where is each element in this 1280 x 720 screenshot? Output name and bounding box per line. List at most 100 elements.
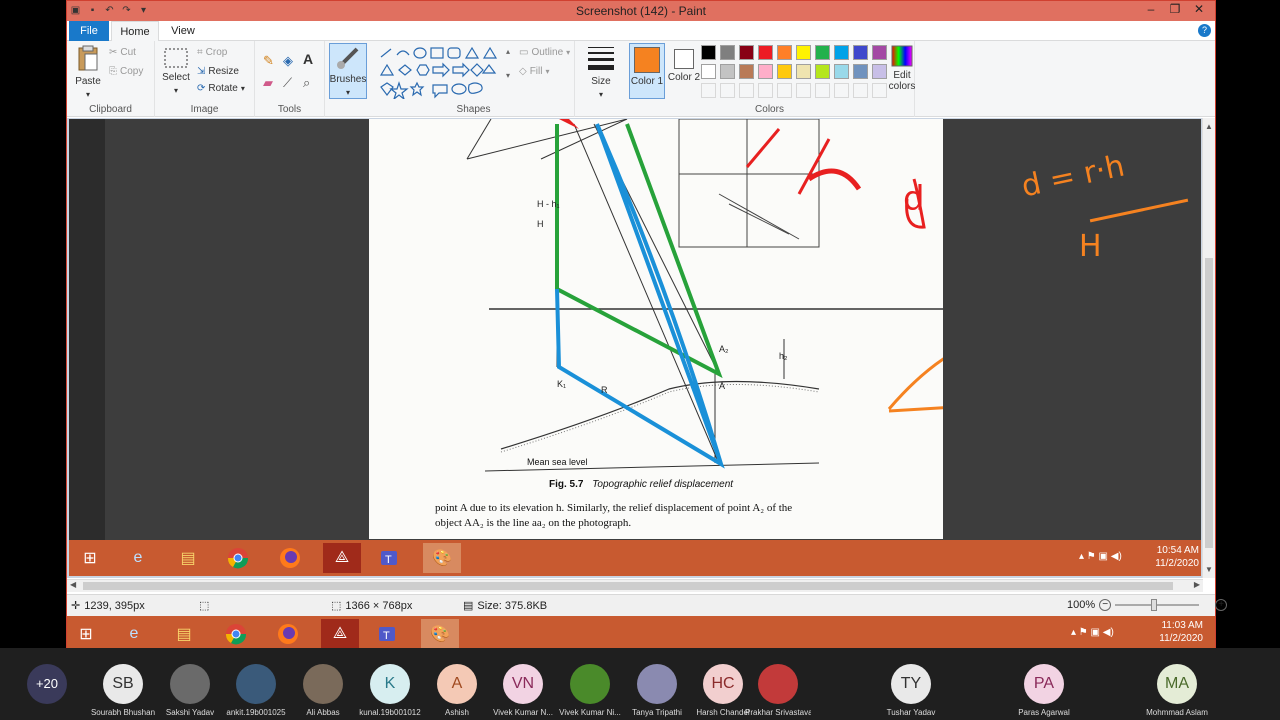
brushes-button[interactable]: Brushes ▾ xyxy=(329,43,367,99)
palette-swatch[interactable] xyxy=(701,64,716,79)
more-participants[interactable]: +20 xyxy=(24,648,70,720)
empty-palette-swatch[interactable] xyxy=(834,83,849,98)
taskbar-teams-icon[interactable]: T xyxy=(369,619,407,649)
fill-icon[interactable]: ◈ xyxy=(283,53,293,69)
label-h2: h₂ xyxy=(779,351,788,361)
empty-palette-swatch[interactable] xyxy=(720,83,735,98)
empty-palette-swatch[interactable] xyxy=(777,83,792,98)
tray-icons[interactable]: ▴ ⚑ ▣ ◀) xyxy=(1071,626,1151,639)
palette-swatch[interactable] xyxy=(834,64,849,79)
taskbar-ie-icon[interactable]: e xyxy=(115,619,153,649)
participant-tile[interactable]: PA Paras Agarwal xyxy=(1011,648,1077,720)
palette-swatch[interactable] xyxy=(701,45,716,60)
participant-name: Vivek Kumar Ni... xyxy=(559,708,621,717)
zoom-out-icon[interactable]: − xyxy=(1099,599,1112,611)
palette-swatch[interactable] xyxy=(758,64,773,79)
tab-view[interactable]: View xyxy=(163,21,203,41)
empty-palette-swatch[interactable] xyxy=(701,83,716,98)
vertical-scrollbar[interactable]: ▲ ▼ xyxy=(1202,118,1215,578)
crop-button[interactable]: ⌗ Crop xyxy=(197,47,227,58)
palette-swatch[interactable] xyxy=(872,45,887,60)
resize-button[interactable]: ⇲ Resize xyxy=(197,66,239,77)
scroll-up-icon[interactable]: ▲ xyxy=(1205,122,1213,131)
color1-button[interactable]: Color 1 xyxy=(629,43,665,99)
eraser-icon[interactable]: ▰ xyxy=(263,75,273,91)
zoom-slider[interactable] xyxy=(1115,599,1200,611)
copy-button[interactable]: ⎘ Copy xyxy=(109,66,143,77)
vertical-scroll-thumb[interactable] xyxy=(1205,258,1213,548)
palette-swatch[interactable] xyxy=(758,45,773,60)
palette-swatch[interactable] xyxy=(834,45,849,60)
participant-tile[interactable]: MA Mohmmad Aslam xyxy=(1144,648,1210,720)
participant-tile[interactable]: VN Vivek Kumar N... xyxy=(490,648,556,720)
taskbar-clock[interactable]: 11:03 AM 11/2/2020 xyxy=(1153,619,1203,645)
tab-home[interactable]: Home xyxy=(111,21,159,41)
more-participants-badge[interactable]: +20 xyxy=(27,664,67,704)
color2-button[interactable]: Color 2 xyxy=(667,43,701,99)
cut-button[interactable]: ✂ Cut xyxy=(109,47,136,58)
participant-tile[interactable]: Sakshi Yadav xyxy=(157,648,223,720)
zoom-level: 100% xyxy=(1067,599,1096,611)
horizontal-scrollbar[interactable]: ◀ ▶ xyxy=(67,579,1203,592)
palette-swatch[interactable] xyxy=(720,45,735,60)
pencil-icon[interactable]: ✎ xyxy=(263,53,274,69)
canvas-image[interactable]: H H - h₁ A A₂ K₁ R h₂ Mean sea level Fig… xyxy=(69,119,1201,576)
palette-swatch[interactable] xyxy=(720,64,735,79)
select-button[interactable]: Select ▾ xyxy=(161,47,191,95)
participant-tile[interactable]: ankit.19b001025 xyxy=(223,648,289,720)
participant-tile[interactable]: TY Tushar Yadav xyxy=(878,648,944,720)
palette-swatch[interactable] xyxy=(815,45,830,60)
participant-tile[interactable]: Prakhar Srivastava xyxy=(745,648,811,720)
zoom-slider-thumb[interactable] xyxy=(1151,599,1158,611)
palette-swatch[interactable] xyxy=(739,64,754,79)
close-icon[interactable]: ✕ xyxy=(1187,2,1211,16)
shapes-scroll-down[interactable]: ▾ xyxy=(506,71,510,80)
text-icon[interactable]: A xyxy=(303,51,313,67)
palette-swatch[interactable] xyxy=(853,45,868,60)
shapes-scroll-up[interactable]: ▴ xyxy=(506,47,510,56)
empty-palette-swatch[interactable] xyxy=(796,83,811,98)
palette-swatch[interactable] xyxy=(739,45,754,60)
taskbar-explorer-icon[interactable]: ▤ xyxy=(165,619,203,649)
magnifier-icon[interactable]: ⌕ xyxy=(303,75,310,91)
empty-palette-swatch[interactable] xyxy=(739,83,754,98)
help-icon[interactable]: ? xyxy=(1198,24,1211,37)
minimize-icon[interactable]: – xyxy=(1139,2,1163,16)
taskbar-chrome-icon[interactable] xyxy=(217,619,255,649)
taskbar-acrobat-icon[interactable]: ⟁ xyxy=(321,619,359,649)
paste-button[interactable]: Paste ▾ xyxy=(73,45,103,99)
color-picker-icon[interactable]: ⟋ xyxy=(283,75,292,91)
empty-palette-swatch[interactable] xyxy=(758,83,773,98)
scroll-left-icon[interactable]: ◀ xyxy=(70,580,76,589)
size-button[interactable]: Size ▾ xyxy=(581,45,621,101)
palette-swatch[interactable] xyxy=(777,64,792,79)
zoom-in-icon[interactable]: + xyxy=(1215,599,1228,611)
shapes-gallery[interactable] xyxy=(377,45,505,99)
scroll-right-icon[interactable]: ▶ xyxy=(1194,580,1200,589)
palette-swatch[interactable] xyxy=(777,45,792,60)
maximize-icon[interactable]: ❐ xyxy=(1163,2,1187,16)
rotate-button[interactable]: ⟳ Rotate ▾ xyxy=(197,83,245,94)
palette-swatch[interactable] xyxy=(796,45,811,60)
palette-swatch[interactable] xyxy=(796,64,811,79)
taskbar-firefox-icon[interactable] xyxy=(269,619,307,649)
start-button-icon[interactable]: ⊞ xyxy=(67,619,105,649)
empty-palette-swatch[interactable] xyxy=(815,83,830,98)
fill-button[interactable]: ◇ Fill ▾ xyxy=(519,66,550,77)
edit-colors-button[interactable]: Edit colors xyxy=(887,45,917,92)
participant-tile[interactable]: A Ashish xyxy=(424,648,490,720)
horizontal-scroll-thumb[interactable] xyxy=(83,582,1173,590)
color1-label: Color 1 xyxy=(630,76,664,87)
participant-tile[interactable]: Ali Abbas xyxy=(290,648,356,720)
palette-swatch[interactable] xyxy=(815,64,830,79)
participant-tile[interactable]: Kkunal.19b001012 xyxy=(357,648,423,720)
tab-file[interactable]: File xyxy=(69,21,109,41)
taskbar-paint-icon[interactable]: 🎨 xyxy=(421,619,459,649)
empty-palette-swatch[interactable] xyxy=(853,83,868,98)
participant-tile[interactable]: Tanya Tripathi xyxy=(624,648,690,720)
scroll-down-icon[interactable]: ▼ xyxy=(1205,565,1213,574)
participant-tile[interactable]: Vivek Kumar Ni... xyxy=(557,648,623,720)
participant-tile[interactable]: SB Sourabh Bhushan xyxy=(90,648,156,720)
outline-button[interactable]: ▭ Outline ▾ xyxy=(519,47,570,58)
palette-swatch[interactable] xyxy=(853,64,868,79)
